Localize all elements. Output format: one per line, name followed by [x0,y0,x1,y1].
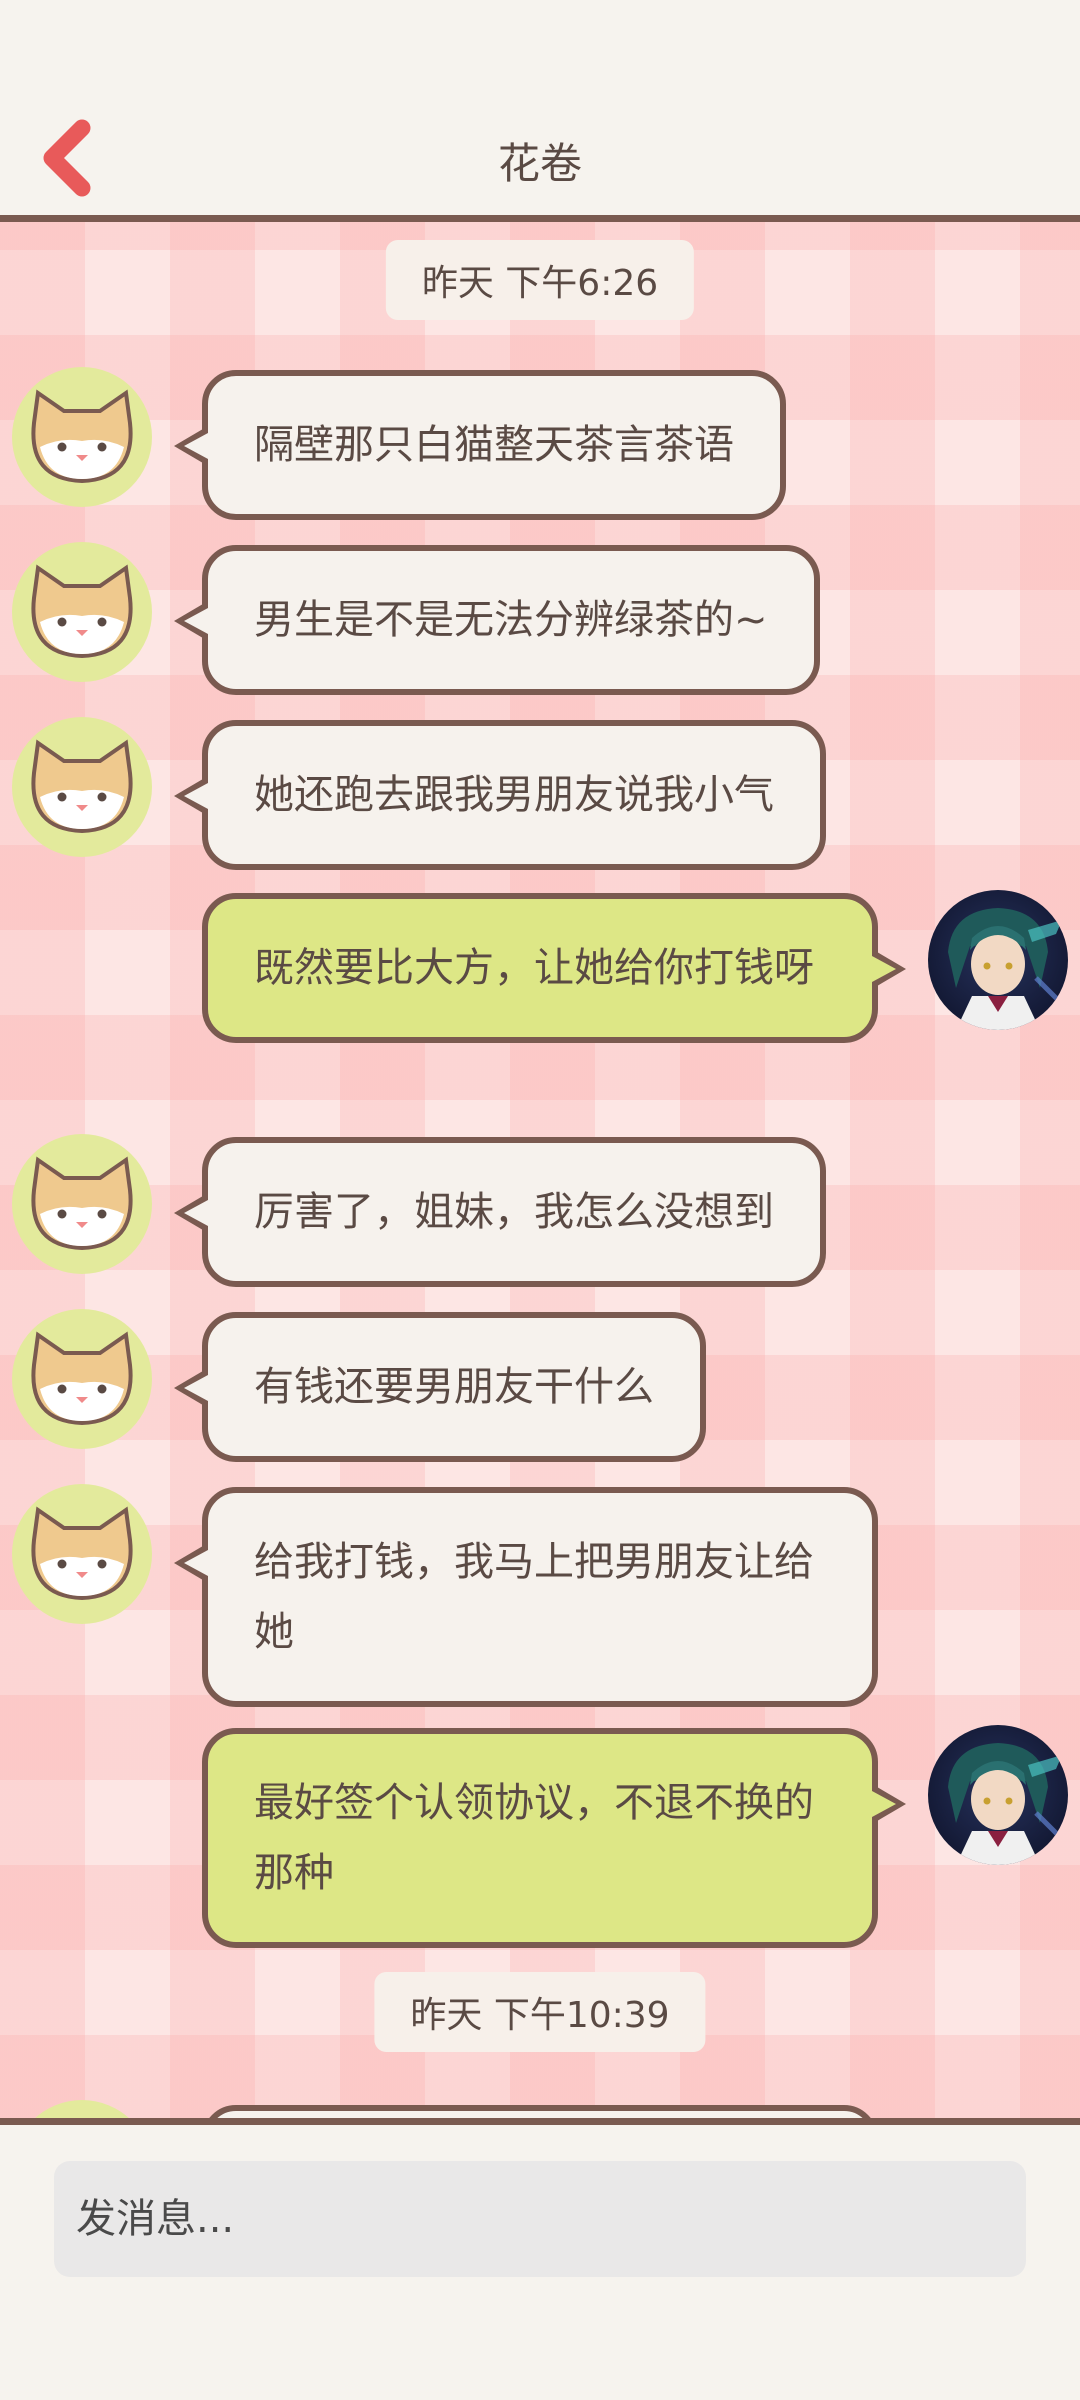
cat-face-icon [31,1331,133,1426]
cat-face-icon [31,1506,133,1601]
message-bubble-incoming[interactable]: 她还跑去跟我男朋友说我小气 [174,720,826,870]
timestamp: 昨天 下午6:26 [385,240,695,320]
cat-avatar[interactable] [12,1134,152,1274]
cat-avatar[interactable] [12,2100,152,2120]
cat-avatar[interactable] [12,1309,152,1449]
chat-area[interactable]: 昨天 下午6:26 隔壁那只白猫整天茶言茶语 男生是不是无法分辨绿茶的~ 她还跑… [0,222,1080,2120]
message-bubble-incoming[interactable]: 给我打钱，我马上把男朋友让给她 [174,1487,878,1707]
cat-avatar[interactable] [12,1484,152,1624]
message-bubble-incoming[interactable]: 隔壁那只白猫整天茶言茶语 [174,370,786,520]
cat-face-icon [31,739,133,834]
message-input[interactable] [54,2161,1026,2277]
cat-face-icon [31,1156,133,1251]
timestamp: 昨天 下午10:39 [374,1972,706,2052]
character-portrait-icon [948,908,1066,1030]
user-avatar[interactable] [928,1725,1068,1865]
cat-face-icon [31,564,133,659]
cat-avatar[interactable] [12,542,152,682]
message-bubble-incoming[interactable]: 男生是不是无法分辨绿茶的~ [174,545,820,695]
header-bar: 花卷 [0,0,1080,222]
chat-title: 花卷 [497,139,582,188]
message-bubble-outgoing[interactable]: 最好签个认领协议，不退不换的那种 [202,1728,906,1948]
message-bubble-incoming[interactable]: 厉害了，姐妹，我怎么没想到 [174,1137,826,1287]
input-bar [0,2118,1080,2400]
character-portrait-icon [948,1743,1066,1865]
message-bubble-outgoing[interactable]: 既然要比大方，让她给你打钱呀 [202,893,906,1043]
message-input-container[interactable] [54,2161,1026,2277]
cat-face-icon [31,389,133,484]
cat-avatar[interactable] [12,367,152,507]
message-bubble-incoming[interactable]: 有钱还要男朋友干什么 [174,1312,706,1462]
user-avatar[interactable] [928,890,1068,1030]
cat-avatar[interactable] [12,717,152,857]
